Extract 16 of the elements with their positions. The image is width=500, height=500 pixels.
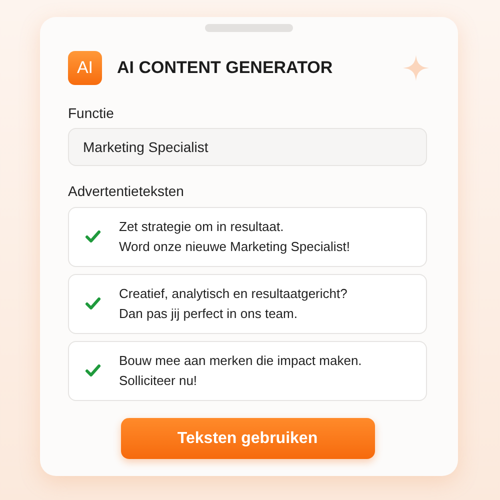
field-label: Functie bbox=[68, 105, 115, 121]
section-label: Advertentieteksten bbox=[68, 183, 185, 199]
check-icon[interactable] bbox=[85, 364, 101, 378]
ad-text-card[interactable]: Creatief, analytisch en resultaatgericht? Dan pas jij perfect in ons team. bbox=[68, 274, 427, 334]
ad-text-card[interactable]: Zet strategie om in resultaat. Word onze nieuwe Marketing Specialist! bbox=[68, 207, 427, 267]
logo-badge: AI bbox=[68, 51, 102, 85]
ad-text: Bouw mee aan merken die impact maken. Solliciteer nu! bbox=[119, 352, 362, 390]
input-field[interactable]: Marketing Specialist bbox=[68, 128, 427, 166]
drag-handle[interactable] bbox=[205, 24, 293, 32]
check-icon[interactable] bbox=[85, 297, 101, 311]
ad-text: Zet strategie om in resultaat. Word onze nieuwe Marketing Specialist! bbox=[119, 218, 350, 256]
sparkle-icon bbox=[403, 55, 429, 81]
ad-text-card[interactable]: Bouw mee aan merken die impact maken. Solliciteer nu! bbox=[68, 341, 427, 401]
ad-text: Creatief, analytisch en resultaatgericht? Dan pas jij perfect in ons team. bbox=[119, 285, 348, 323]
check-icon[interactable] bbox=[85, 230, 101, 244]
app-title: AI CONTENT GENERATOR bbox=[117, 58, 334, 78]
